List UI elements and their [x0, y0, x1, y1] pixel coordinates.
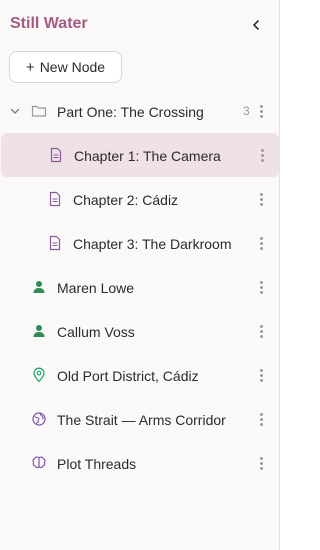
- chevron-down-icon[interactable]: [9, 105, 21, 117]
- tree-item-label: Plot Threads: [57, 456, 137, 472]
- person-icon: [31, 323, 47, 339]
- tree-item-chapter-2[interactable]: Chapter 2: Cádiz: [0, 177, 280, 221]
- tree-item-label: Chapter 2: Cádiz: [73, 192, 179, 208]
- tree-item-chapter-1[interactable]: Chapter 1: The Camera: [1, 133, 279, 177]
- person-icon: [31, 279, 47, 295]
- more-options-icon[interactable]: [255, 146, 269, 164]
- more-options-icon[interactable]: [254, 366, 268, 384]
- tree-item-maren-lowe[interactable]: Maren Lowe: [0, 265, 280, 309]
- node-tree: Part One: The Crossing 3 Chapter 1: The …: [0, 89, 280, 485]
- globe-icon: [31, 411, 47, 427]
- tree-item-label: Chapter 1: The Camera: [74, 148, 221, 164]
- document-icon: [47, 235, 63, 251]
- sidebar-panel: Still Water + New Node Part One: The Cro…: [0, 0, 280, 550]
- document-icon: [47, 191, 63, 207]
- chevron-left-icon: [253, 20, 259, 30]
- more-options-icon[interactable]: [254, 410, 268, 428]
- folder-icon: [31, 103, 47, 119]
- new-node-button[interactable]: + New Node: [9, 51, 122, 83]
- tree-item-plot-threads[interactable]: Plot Threads: [0, 441, 280, 485]
- sidebar-header: Still Water: [0, 0, 279, 50]
- tree-item-callum-voss[interactable]: Callum Voss: [0, 309, 280, 353]
- location-pin-icon: [31, 367, 47, 383]
- more-options-icon[interactable]: [254, 234, 268, 252]
- more-options-icon[interactable]: [254, 278, 268, 296]
- tree-item-old-port-district[interactable]: Old Port District, Cádiz: [0, 353, 280, 397]
- tree-item-label: Callum Voss: [57, 324, 135, 340]
- new-node-label: New Node: [39, 59, 106, 75]
- child-count-badge: 3: [243, 104, 250, 118]
- more-options-icon[interactable]: [254, 190, 268, 208]
- plus-icon: +: [25, 58, 35, 76]
- brain-icon: [31, 455, 47, 471]
- document-icon: [48, 147, 64, 163]
- tree-item-label: Maren Lowe: [57, 280, 135, 296]
- more-options-icon[interactable]: [254, 102, 268, 120]
- collapse-sidebar-button[interactable]: [246, 15, 266, 35]
- tree-item-label: Old Port District, Cádiz: [57, 368, 199, 384]
- app-title: Still Water: [10, 15, 88, 32]
- tree-item-part-one[interactable]: Part One: The Crossing 3: [0, 89, 280, 133]
- tree-item-label: The Strait — Arms Corridor: [57, 412, 226, 428]
- tree-item-chapter-3[interactable]: Chapter 3: The Darkroom: [0, 221, 280, 265]
- tree-item-label: Chapter 3: The Darkroom: [73, 236, 232, 252]
- more-options-icon[interactable]: [254, 322, 268, 340]
- tree-item-the-strait[interactable]: The Strait — Arms Corridor: [0, 397, 280, 441]
- tree-item-label: Part One: The Crossing: [57, 104, 204, 120]
- more-options-icon[interactable]: [254, 454, 268, 472]
